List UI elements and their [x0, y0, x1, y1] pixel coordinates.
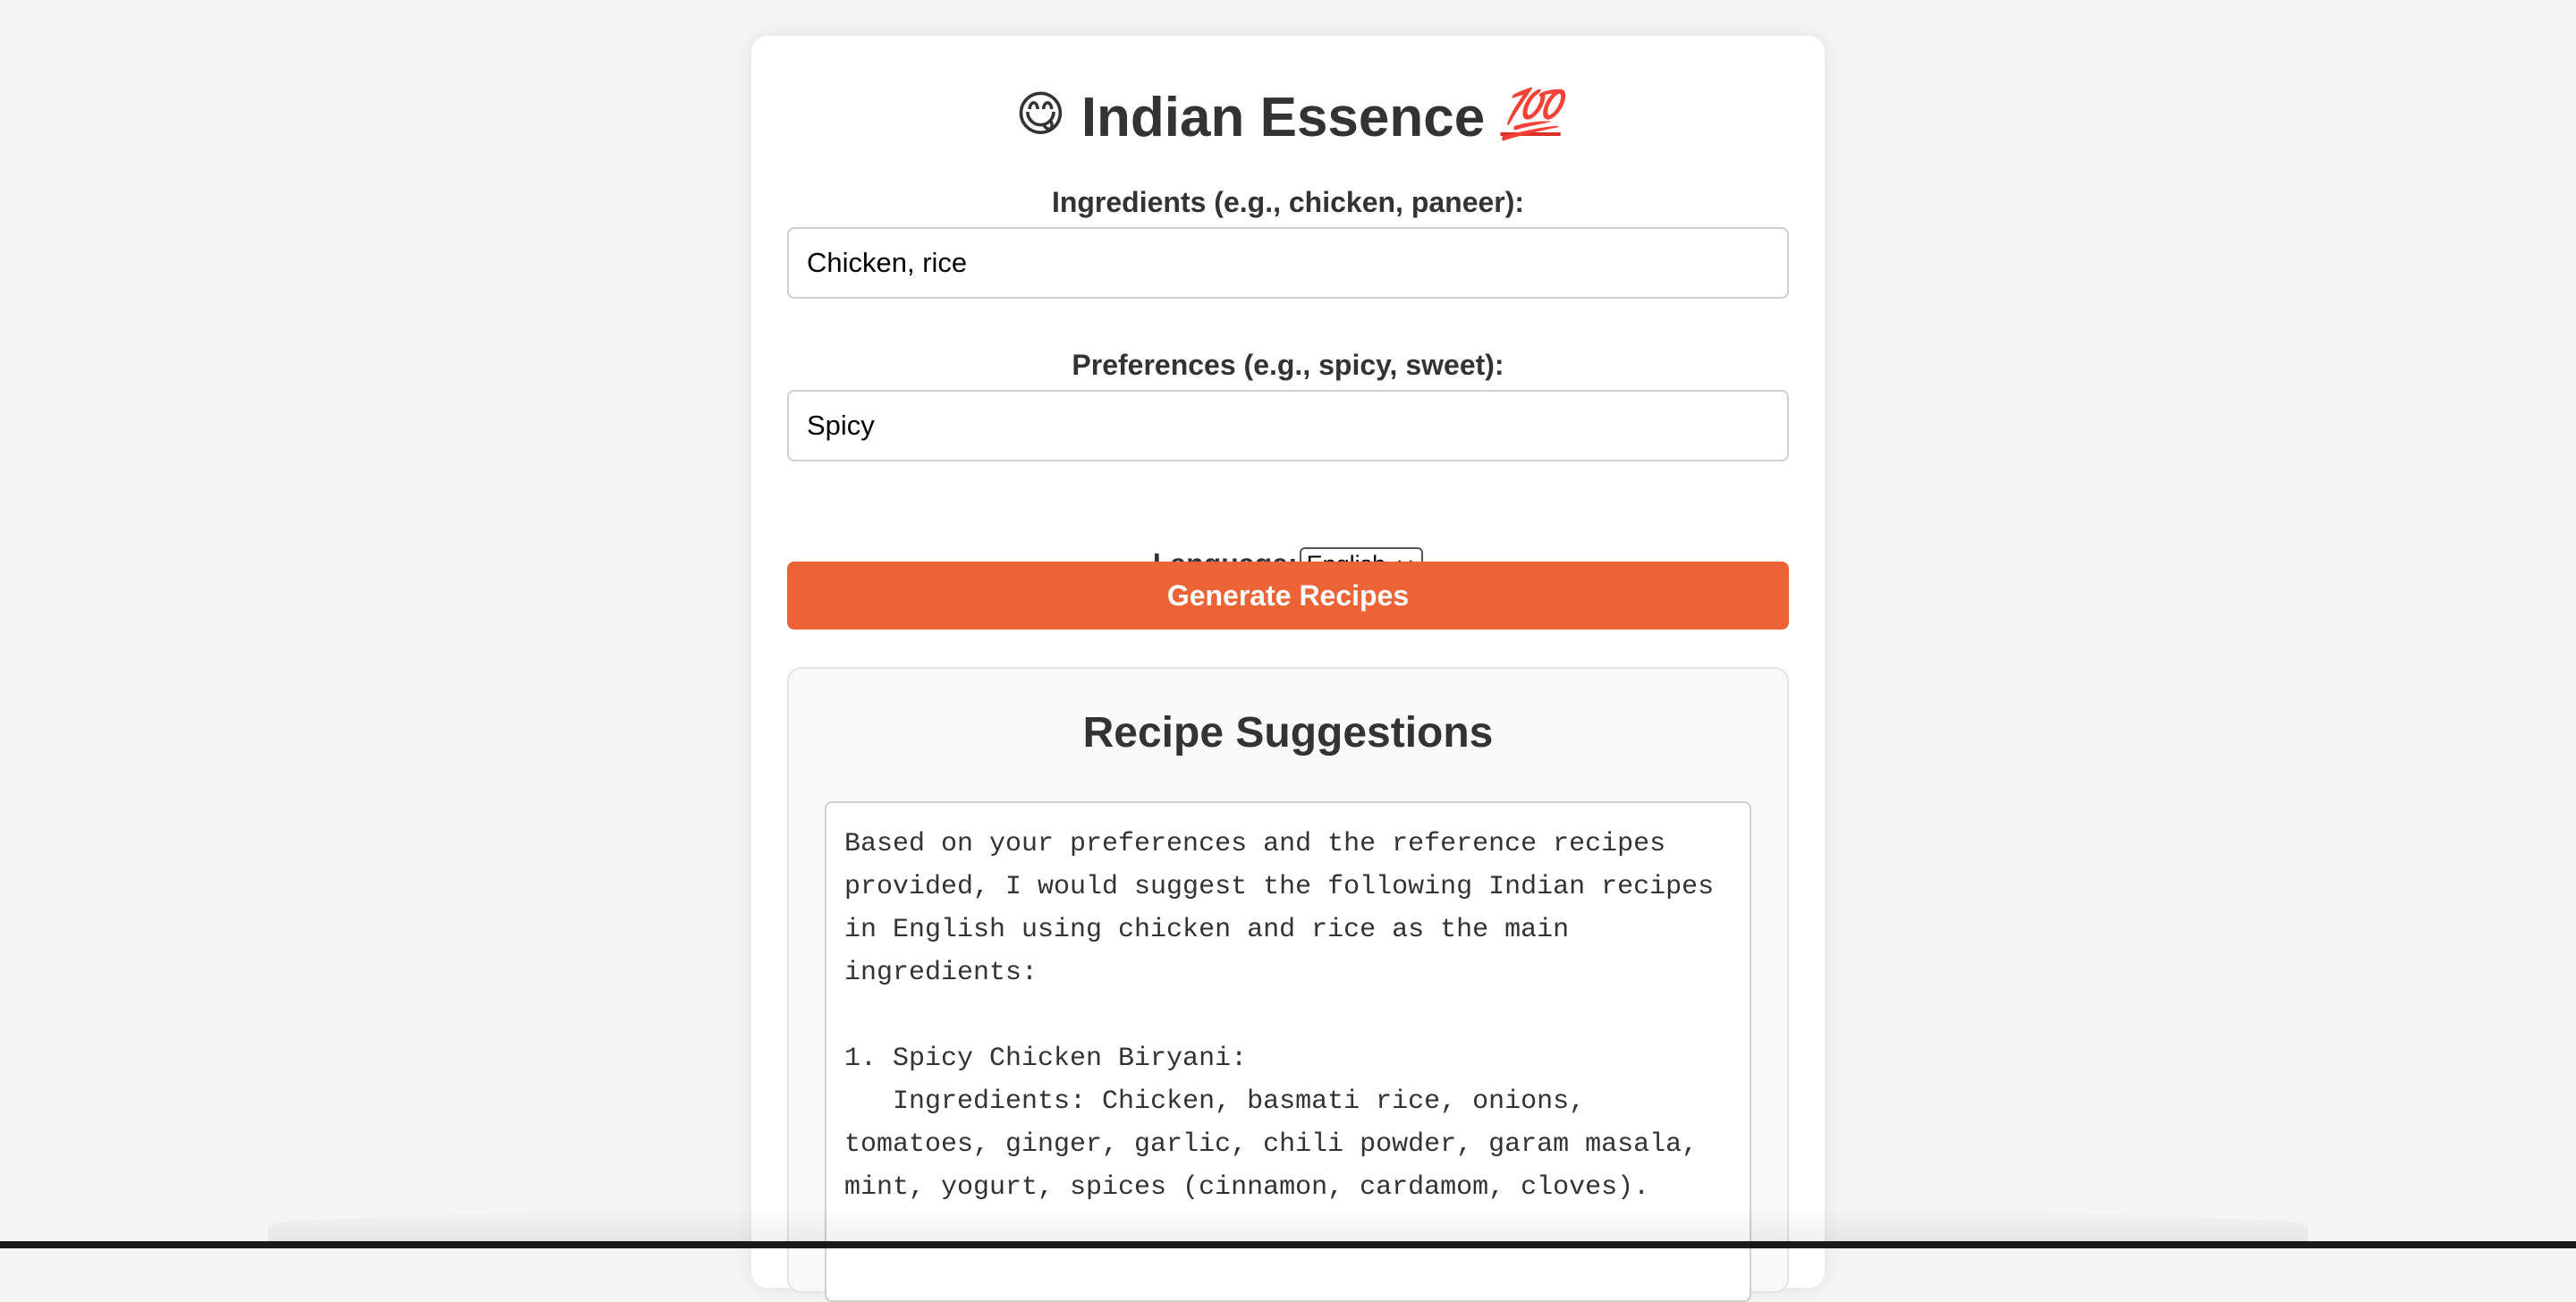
recipe-card: 😋 Indian Essence 💯 Ingredients (e.g., ch… — [751, 36, 1825, 1302]
page-title: 😋 Indian Essence 💯 — [751, 79, 1825, 154]
recipe-suggestions-title: Recipe Suggestions — [1082, 709, 1494, 757]
recipe-suggestions-panel: Recipe Suggestions Based on your prefere… — [787, 667, 1789, 1302]
preferences-input[interactable] — [787, 390, 1789, 461]
generate-recipes-button[interactable]: Generate Recipes — [787, 562, 1789, 630]
bottom-edge-bar — [0, 1241, 2576, 1248]
preferences-label: Preferences (e.g., spicy, sweet): — [1072, 349, 1504, 381]
hundred-points-icon: 💯 — [1500, 86, 1561, 142]
app-title-text: Indian Essence — [1080, 87, 1486, 148]
recipe-output-box[interactable]: Based on your preferences and the refere… — [825, 801, 1751, 1302]
ingredients-input[interactable] — [787, 227, 1789, 299]
yum-face-icon: 😋 — [1015, 86, 1066, 142]
ingredients-label: Ingredients (e.g., chicken, paneer): — [1051, 186, 1525, 218]
